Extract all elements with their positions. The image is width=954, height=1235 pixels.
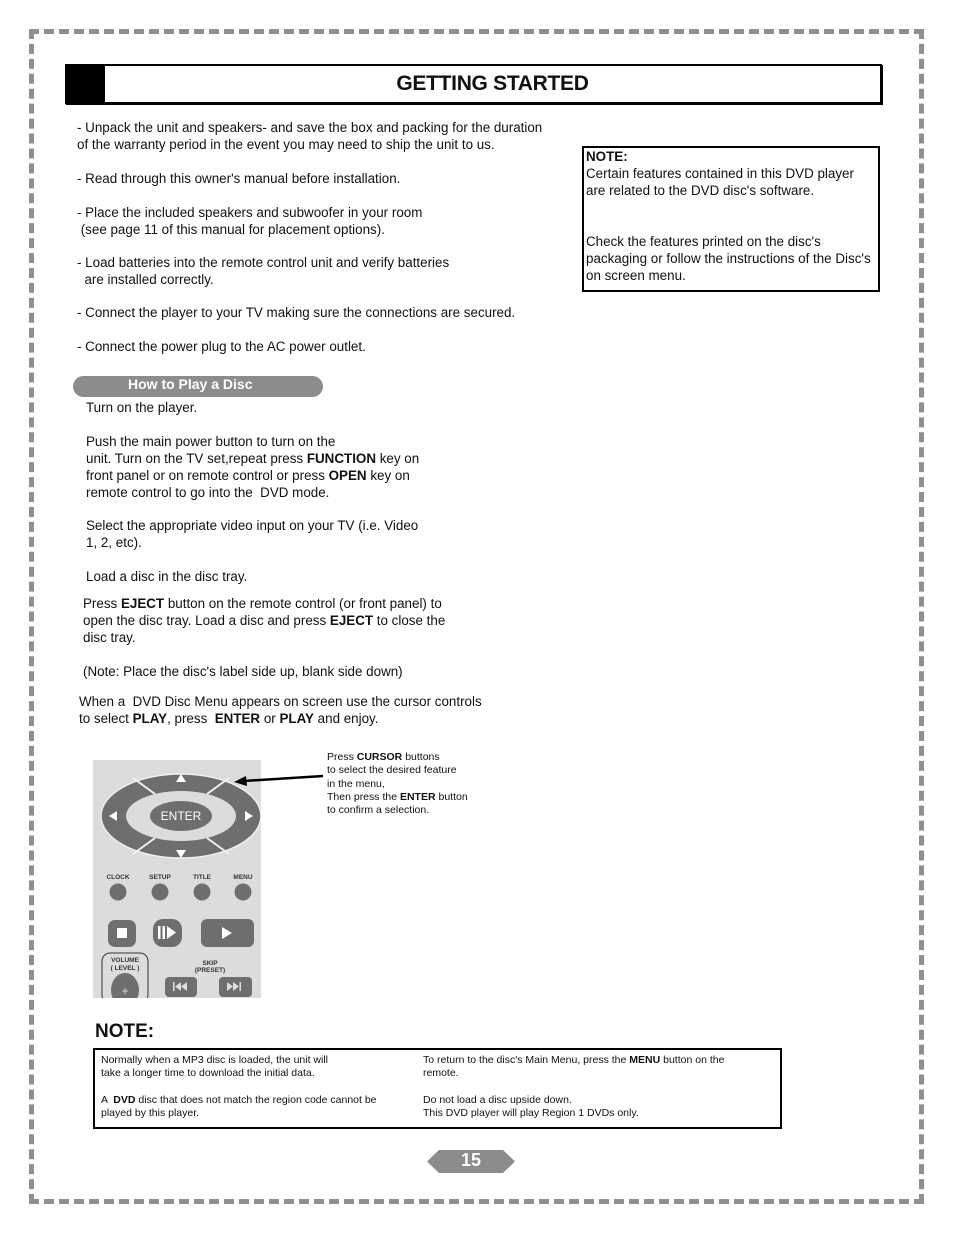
bottom-note-box: Normally when a MP3 disc is loaded, the … [93,1048,782,1129]
menu-button[interactable] [234,883,252,901]
text: Push the main power button to turn on th… [86,434,336,449]
step-connect-power: - Connect the power plug to the AC power… [77,339,366,354]
text: Press [327,751,357,763]
plus-icon: + [121,984,128,998]
text: front panel or on remote control or pres… [86,468,329,483]
text: played by this player. [101,1107,200,1120]
cursor-callout: Press CURSOR buttons to select the desir… [327,751,468,817]
setup-label: SETUP [149,874,171,881]
page-number-badge: 15 [427,1150,515,1173]
instruction-load-disc: Load a disc in the disc tray. [86,569,248,584]
instruction-video-input: Select the appropriate video input on yo… [86,517,418,551]
text: Do not load a disc upside down. [423,1093,572,1106]
text: Select the appropriate video input on yo… [86,518,419,533]
step-text: - Unpack the unit and speakers- and save… [77,120,543,135]
text: Press [83,596,121,611]
text: in the menu, [327,777,385,790]
text: Normally when a MP3 disc is loaded, the … [101,1054,329,1066]
text: to close the [373,613,446,628]
text: To return to the disc's Main Menu, press… [423,1054,630,1066]
key-play: PLAY [132,711,168,726]
text: key on [376,451,420,466]
text: and enjoy. [313,711,379,726]
key-enter: ENTER [399,790,436,803]
step-place-speakers: - Place the included speakers and subwoo… [77,204,422,238]
text: to select the desired feature [327,764,457,777]
key-function: FUNCTION [306,451,377,466]
text: to select [79,711,133,726]
key-eject: EJECT [120,596,165,611]
text: button on the [660,1054,725,1066]
instruction-turn-on: Turn on the player. [86,400,198,415]
step-connect-tv: - Connect the player to your TV making s… [77,305,516,320]
text: , press [167,711,215,726]
bottom-note-heading: NOTE: [95,1021,155,1042]
skip-label: SKIP [202,960,218,967]
key-menu: MENU [629,1054,661,1066]
text: When a DVD Disc Menu appears on screen u… [79,694,482,709]
text: take a longer time to download the initi… [101,1067,315,1080]
volume-label: VOLUME [111,957,139,964]
remote-drawing: ENTER CLOCK SETUP TITLE MENU VOLUME ( LE… [100,773,261,998]
text: buttons [402,751,440,763]
step-text: of the warranty period in the event you … [77,137,495,152]
section-pill-label: How to Play a Disc [128,376,253,392]
enter-label: ENTER [161,809,202,823]
text: Then press the [327,790,400,803]
text: key on [366,468,410,483]
step-load-batteries: - Load batteries into the remote control… [77,254,449,288]
side-note-heading: NOTE: [586,149,628,164]
step-text: are installed correctly. [77,272,214,287]
clock-button[interactable] [109,883,127,901]
key-enter: ENTER [214,711,261,726]
text: This DVD player will play Region 1 DVDs … [423,1107,639,1120]
key-cursor: CURSOR [356,751,403,763]
page-title: GETTING STARTED [396,72,589,95]
preset-label: (PRESET) [195,967,225,974]
bottom-note-right: To return to the disc's Main Menu, press… [423,1054,724,1120]
menu-label: MENU [233,874,252,881]
level-label: ( LEVEL ) [111,965,140,972]
text: button on the remote control (or front p… [164,596,442,611]
header-black-block [67,66,105,102]
text: unit. Turn on the TV set,repeat press [86,451,307,466]
title-button[interactable] [193,883,211,901]
text: or [260,711,280,726]
text: open the disc tray. Load a disc and pres… [83,613,330,628]
step-unpack: - Unpack the unit and speakers- and save… [77,119,542,153]
step-text: - Place the included speakers and subwoo… [77,205,423,220]
setup-button[interactable] [151,883,169,901]
instruction-disc-menu: When a DVD Disc Menu appears on screen u… [79,693,482,727]
text: button [435,790,468,803]
stop-icon [117,928,127,938]
key-play: PLAY [279,711,314,726]
text: remote control to go into the DVD mode. [86,485,330,500]
text-dvd: DVD [113,1093,136,1106]
text: A [101,1093,114,1106]
title-label: TITLE [193,874,212,881]
remote-illustration: ENTER CLOCK SETUP TITLE MENU VOLUME ( LE… [93,760,261,998]
page-number: 15 [460,1150,482,1170]
instruction-eject: Press EJECT button on the remote control… [83,595,445,646]
text: remote. [423,1067,459,1080]
text: disc tray. [83,630,136,645]
step-text: (see page 11 of this manual for placemen… [77,222,385,237]
clock-label: CLOCK [106,874,129,881]
step-read-manual: - Read through this owner's manual befor… [77,171,401,186]
section-pill-how-to-play: How to Play a Disc [73,376,323,397]
section-header: GETTING STARTED [65,64,882,104]
bottom-note-left: Normally when a MP3 disc is loaded, the … [101,1054,377,1120]
instruction-power: Push the main power button to turn on th… [86,433,419,501]
callout-arrow-icon [234,774,324,786]
side-note-para2: Check the features printed on the disc's… [586,234,871,283]
instruction-label-note: (Note: Place the disc's label side up, b… [83,664,403,679]
text: 1, 2, etc). [86,535,142,550]
text: disc that does not match the region code… [135,1093,377,1106]
side-note-para1: Certain features contained in this DVD p… [586,166,854,198]
key-open: OPEN [328,468,367,483]
side-note-box: NOTE: Certain features contained in this… [582,146,880,292]
text: to confirm a selection. [327,804,430,817]
key-eject: EJECT [329,613,374,628]
step-text: - Load batteries into the remote control… [77,255,450,270]
